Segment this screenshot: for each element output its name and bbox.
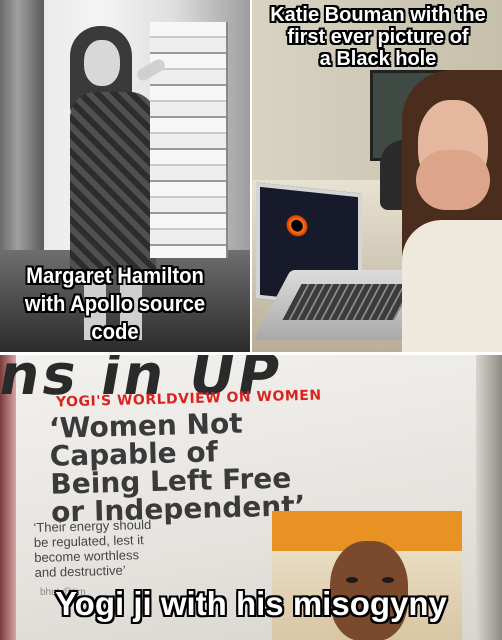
bouman-shirt xyxy=(402,220,502,352)
bouman-caption: Katie Bouman with the first ever picture… xyxy=(255,3,501,71)
caption-line: first ever picture of xyxy=(287,25,470,49)
black-hole-image xyxy=(286,213,308,238)
newspaper-quote: ‘Their energy should be regulated, lest … xyxy=(33,514,264,580)
source-code-stack xyxy=(150,22,226,258)
caption-line: Katie Bouman with the xyxy=(269,3,486,27)
caption-line: Margaret Hamilton xyxy=(25,262,204,289)
bouman-hands xyxy=(416,150,490,210)
laptop-keyboard xyxy=(282,284,414,320)
caption-line: a Black hole xyxy=(319,47,437,71)
hamilton-caption: Margaret Hamilton with Apollo source cod… xyxy=(0,262,230,346)
newspaper-headline: ‘Women Not Capable of Being Left Free or… xyxy=(49,403,492,529)
hamilton-face xyxy=(84,40,120,86)
hamilton-dress xyxy=(70,92,156,274)
caption-line: with Apollo source code xyxy=(24,290,206,345)
bottom-caption: Yogi ji with his misogyny xyxy=(54,584,447,623)
